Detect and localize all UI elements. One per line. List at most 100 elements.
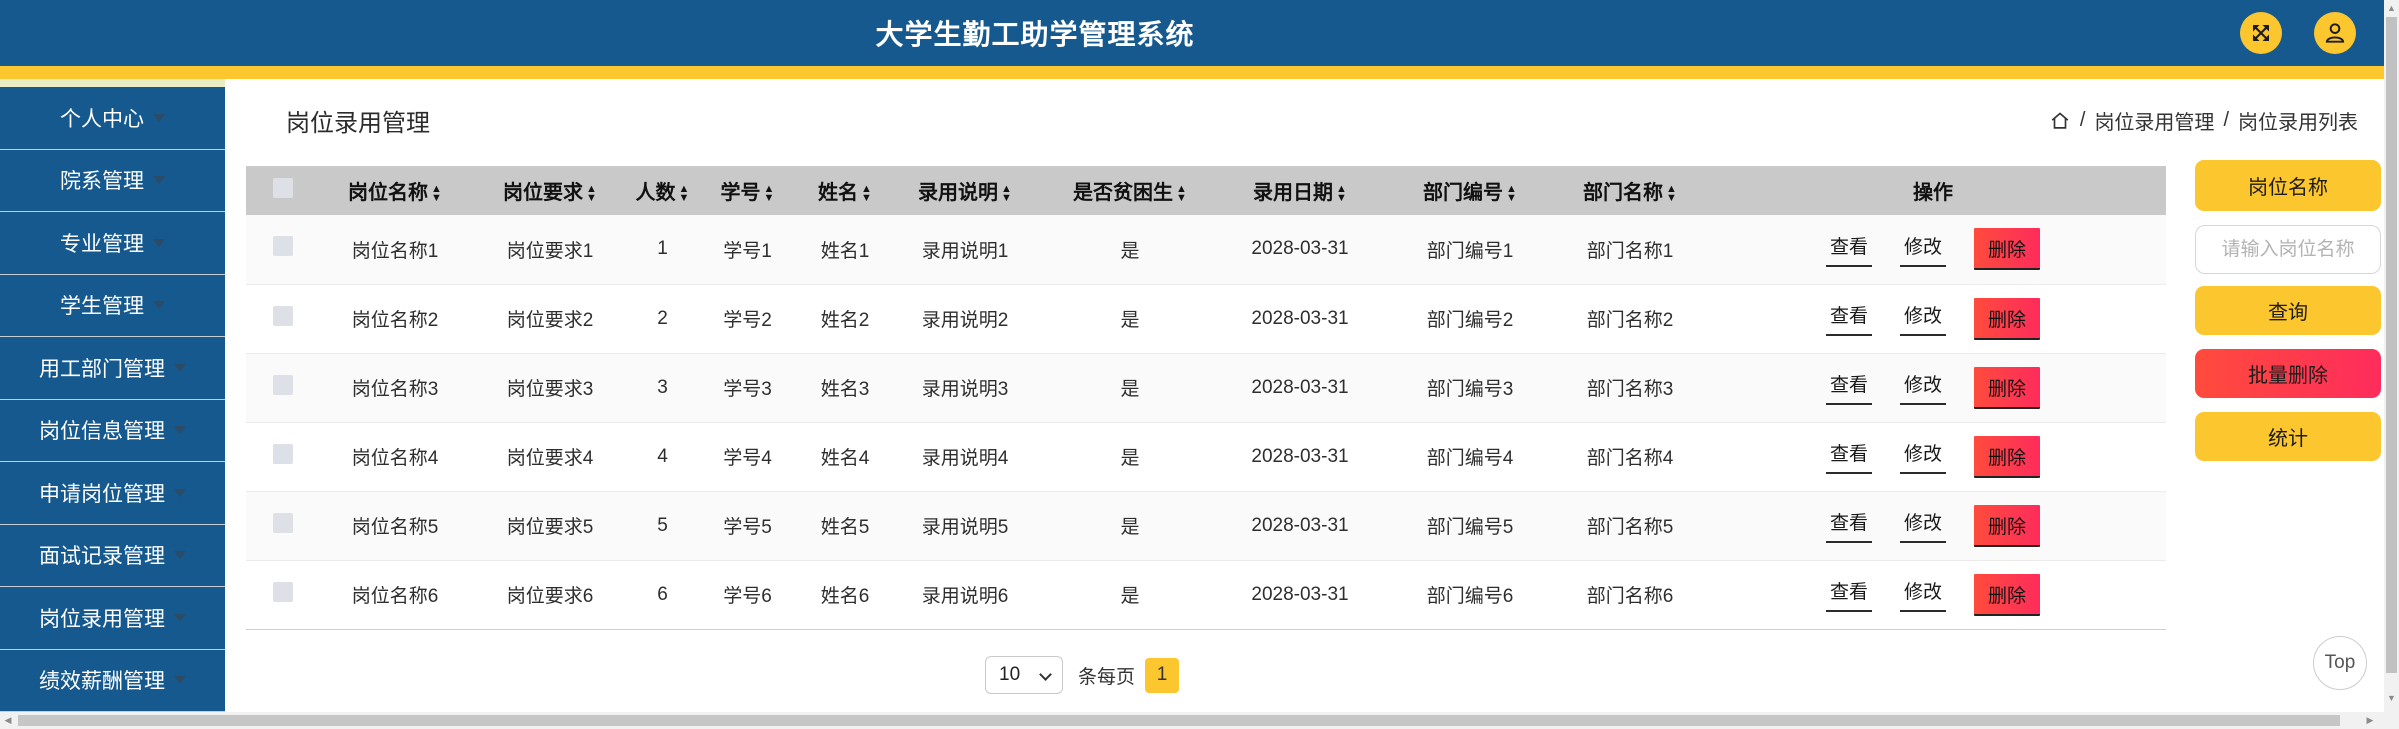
cell-dept-id: 部门编号3	[1380, 353, 1560, 423]
column-header-select	[246, 166, 320, 215]
stats-button[interactable]: 统计	[2195, 412, 2381, 461]
vertical-scrollbar-thumb[interactable]	[2386, 17, 2397, 673]
sidebar-item-student-management[interactable]: 学生管理	[0, 275, 225, 337]
sidebar-item-employer-department-management[interactable]: 用工部门管理	[0, 337, 225, 400]
edit-link[interactable]: 修改	[1899, 439, 1946, 474]
edit-link[interactable]: 修改	[1899, 508, 1946, 543]
edit-link[interactable]: 修改	[1899, 370, 1946, 405]
cell-actions: 查看 修改 删除	[1700, 353, 2166, 423]
view-link[interactable]: 查看	[1825, 301, 1872, 336]
cell-hire-date: 2028-03-31	[1220, 284, 1380, 354]
scroll-up-icon[interactable]: ▲	[2384, 0, 2399, 15]
column-header-post-requirement[interactable]: 岗位要求 ▲ ▼	[470, 166, 630, 215]
fullscreen-button[interactable]	[2240, 12, 2282, 54]
vertical-scrollbar[interactable]: ▲ ▼	[2384, 0, 2399, 712]
user-button[interactable]	[2314, 12, 2356, 54]
delete-button[interactable]: 删除	[1974, 366, 2041, 409]
delete-button[interactable]: 删除	[1974, 228, 2041, 271]
delete-button[interactable]: 删除	[1974, 435, 2041, 478]
sidebar-item-faculty-management[interactable]: 院系管理	[0, 150, 225, 212]
per-page-label: 条每页	[1078, 666, 1136, 688]
edit-link[interactable]: 修改	[1899, 232, 1946, 267]
column-label: 录用说明	[918, 182, 999, 204]
column-header-headcount[interactable]: 人数 ▲ ▼	[630, 166, 695, 215]
sidebar-item-job-info-management[interactable]: 岗位信息管理	[0, 400, 225, 462]
cell-hire-date: 2028-03-31	[1220, 491, 1380, 561]
cell-post-requirement: 岗位要求2	[470, 284, 630, 354]
scroll-right-icon[interactable]: ▶	[2362, 712, 2378, 729]
scrollbar-corner	[2384, 712, 2399, 729]
cell-student-name: 姓名6	[800, 560, 890, 630]
row-checkbox[interactable]	[273, 581, 293, 602]
view-link[interactable]: 查看	[1825, 439, 1872, 474]
row-checkbox[interactable]	[273, 374, 293, 395]
home-icon[interactable]	[2049, 110, 2071, 132]
row-checkbox[interactable]	[273, 305, 293, 326]
column-label: 操作	[1913, 182, 1953, 204]
column-label: 岗位要求	[503, 182, 584, 204]
column-header-dept-id[interactable]: 部门编号 ▲ ▼	[1380, 166, 1560, 215]
delete-button[interactable]: 删除	[1974, 573, 2041, 616]
sidebar-item-major-management[interactable]: 专业管理	[0, 212, 225, 275]
view-link[interactable]: 查看	[1825, 370, 1872, 405]
sidebar-item-interview-record-management[interactable]: 面试记录管理	[0, 525, 225, 587]
sidebar-item-label: 绩效薪酬管理	[39, 670, 165, 694]
sidebar: 个人中心 院系管理 专业管理学生管理用工部门管理岗位信息管理 申请岗位管理 面试记录管理…	[0, 87, 225, 712]
horizontal-scrollbar-thumb[interactable]	[18, 715, 2340, 726]
batch-delete-button[interactable]: 批量删除	[2195, 349, 2381, 398]
cell-select	[246, 353, 320, 423]
horizontal-scrollbar[interactable]: ◀ ▶	[0, 712, 2384, 729]
column-header-student-id[interactable]: 学号 ▲ ▼	[695, 166, 800, 215]
sidebar-item-label: 学生管理	[60, 295, 144, 319]
scroll-left-icon[interactable]: ◀	[0, 712, 16, 729]
column-header-hire-note[interactable]: 录用说明 ▲ ▼	[890, 166, 1040, 215]
row-checkbox[interactable]	[273, 236, 293, 257]
table-row: 岗位名称5 岗位要求5 5 学号5 姓名5 录用说明5 是 2028-03-31 部门编号5 部门…	[246, 491, 2166, 561]
sidebar-item-job-application-management[interactable]: 申请岗位管理	[0, 462, 225, 525]
chevron-down-icon	[174, 363, 186, 372]
user-icon	[2322, 20, 2348, 46]
edit-link[interactable]: 修改	[1899, 577, 1946, 612]
chevron-down-icon	[1039, 668, 1052, 681]
column-header-is-poor-student[interactable]: 是否贫困生 ▲ ▼	[1040, 166, 1220, 215]
page-size-select[interactable]: 10	[985, 656, 1063, 694]
sidebar-item-label: 用工部门管理	[39, 357, 165, 381]
row-checkbox[interactable]	[273, 512, 293, 533]
query-button[interactable]: 查询	[2195, 286, 2381, 335]
delete-button[interactable]: 删除	[1974, 297, 2041, 340]
sidebar-item-label: 岗位录用管理	[39, 607, 165, 631]
column-label: 是否贫困生	[1073, 182, 1174, 204]
select-all-checkbox[interactable]	[273, 177, 293, 198]
sort-icon: ▲ ▼	[1176, 182, 1187, 204]
cell-select	[246, 491, 320, 561]
sidebar-item-personal-center[interactable]: 个人中心	[0, 87, 225, 150]
view-link[interactable]: 查看	[1825, 508, 1872, 543]
edit-link[interactable]: 修改	[1899, 301, 1946, 336]
fullscreen-icon	[2249, 21, 2273, 45]
back-to-top-button[interactable]: Top	[2313, 636, 2367, 690]
delete-button[interactable]: 删除	[1974, 504, 2041, 547]
cell-select	[246, 215, 320, 285]
row-checkbox[interactable]	[273, 443, 293, 464]
cell-post-requirement: 岗位要求5	[470, 491, 630, 561]
cell-hire-note: 录用说明3	[890, 353, 1040, 423]
cell-student-id: 学号3	[695, 353, 800, 423]
field-select-button[interactable]: 岗位名称	[2195, 160, 2381, 211]
column-header-post-name[interactable]: 岗位名称 ▲ ▼	[320, 166, 470, 215]
current-page-badge[interactable]: 1	[1145, 657, 1180, 693]
cell-student-name: 姓名3	[800, 353, 890, 423]
post-name-search-input[interactable]	[2195, 225, 2381, 274]
view-link[interactable]: 查看	[1825, 232, 1872, 267]
column-header-dept-name[interactable]: 部门名称 ▲ ▼	[1560, 166, 1700, 215]
view-link[interactable]: 查看	[1825, 577, 1872, 612]
scroll-down-icon[interactable]: ▼	[2384, 690, 2399, 705]
sidebar-item-performance-salary-management[interactable]: 绩效薪酬管理	[0, 650, 225, 712]
sidebar-item-job-hiring-management[interactable]: 岗位录用管理	[0, 587, 225, 650]
cell-post-requirement: 岗位要求3	[470, 353, 630, 423]
breadcrumb-item[interactable]: 岗位录用管理	[2094, 106, 2214, 135]
column-label: 部门编号	[1423, 182, 1504, 204]
cell-post-name: 岗位名称1	[320, 215, 470, 285]
cell-student-id: 学号2	[695, 284, 800, 354]
column-header-student-name[interactable]: 姓名 ▲ ▼	[800, 166, 890, 215]
column-header-hire-date[interactable]: 录用日期 ▲ ▼	[1220, 166, 1380, 215]
